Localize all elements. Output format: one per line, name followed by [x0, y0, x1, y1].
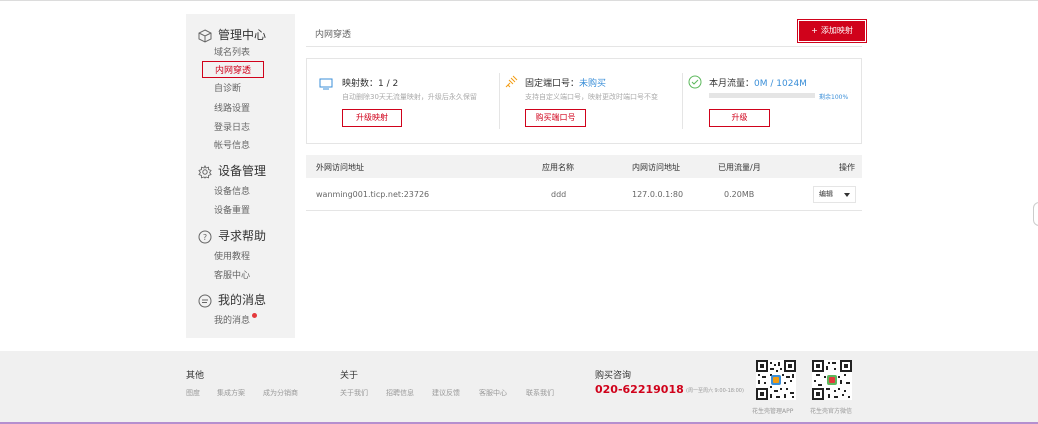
mapping-count-label: 映射数： — [342, 79, 379, 89]
sidebar-item-customer-service[interactable]: 客服中心 — [214, 268, 250, 281]
footer: 其他 图度 集成方案 成为分销商 关于 关于我们 招聘信息 建议反馈 客服中心 … — [0, 351, 1038, 424]
fixed-port-label: 固定端口号： — [525, 79, 580, 89]
section-device-management[interactable]: 设备管理 — [198, 162, 266, 179]
stats-card: 映射数：1 / 2 自动删除30天无流量映射，升级后永久保留 升级映射 固定端口… — [306, 58, 862, 144]
edit-label: 编辑 — [819, 190, 833, 198]
section-seek-help[interactable]: ? 寻求帮助 — [198, 227, 266, 244]
divider — [682, 73, 683, 129]
footer-link[interactable]: 招聘信息 — [386, 388, 414, 398]
fixed-port-note: 支持自定义端口号，映射更改时端口号不变 — [525, 93, 658, 101]
footer-about-title: 关于 — [340, 371, 359, 381]
qr-code-app — [756, 360, 796, 400]
sidebar-item-self-diagnosis[interactable]: 自诊断 — [214, 81, 241, 94]
sidebar-item-line-settings[interactable]: 线路设置 — [214, 101, 250, 114]
divider — [499, 73, 500, 129]
section-my-messages[interactable]: 我的消息 — [198, 291, 266, 308]
qr-caption-wechat: 花生壳官方微信 — [810, 408, 853, 415]
section-management-center[interactable]: 管理中心 — [198, 26, 266, 43]
traffic-remaining: 剩余100% — [819, 94, 849, 101]
divider — [306, 46, 862, 47]
sidebar-item-intranet-penetration[interactable]: 内网穿透 — [202, 61, 265, 78]
footer-link[interactable]: 成为分销商 — [263, 388, 298, 398]
col-header-action: 操作 — [839, 163, 855, 172]
footer-link[interactable]: 客服中心 — [479, 388, 507, 398]
footer-link[interactable]: 联系我们 — [526, 388, 554, 398]
top-border — [0, 0, 1038, 1]
monthly-traffic-value: 0M / 1024M — [754, 79, 807, 89]
qr-caption-app: 花生壳管理APP — [752, 408, 794, 415]
add-mapping-label: 添加映射 — [820, 26, 853, 35]
section-title: 管理中心 — [218, 28, 267, 42]
col-header-app: 应用名称 — [542, 163, 574, 172]
footer-hours: (周一至周六 9:00-18:00) — [686, 388, 744, 394]
monthly-traffic: 本月流量：0M / 1024M — [709, 76, 807, 89]
chat-icon — [198, 293, 212, 307]
unread-dot — [252, 313, 258, 318]
sidebar-item-login-log[interactable]: 登录日志 — [214, 120, 250, 133]
mapping-count-value: 1 / 2 — [378, 79, 399, 89]
table-header: 外网访问地址 应用名称 内网访问地址 已用流量/月 操作 — [306, 155, 862, 178]
sidebar: 管理中心 域名列表 内网穿透 自诊断 线路设置 登录日志 帐号信息 设备管理 设… — [186, 14, 295, 338]
footer-link[interactable]: 图度 — [186, 388, 200, 398]
gear-icon — [198, 164, 212, 179]
section-title: 我的消息 — [218, 293, 267, 307]
section-title: 寻求帮助 — [218, 229, 267, 243]
footer-other-title: 其他 — [186, 371, 205, 381]
footer-link[interactable]: 关于我们 — [340, 388, 368, 398]
cube-icon — [198, 28, 212, 43]
check-circle-icon — [688, 74, 702, 93]
sidebar-item-device-reset[interactable]: 设备重置 — [214, 203, 250, 216]
chevron-down-icon — [844, 193, 850, 197]
plug-icon — [504, 74, 518, 93]
question-icon: ? — [198, 229, 212, 243]
page-title: 内网穿透 — [315, 30, 352, 40]
traffic-progress-bar — [709, 93, 815, 98]
sidebar-item-account-info[interactable]: 帐号信息 — [214, 138, 250, 151]
sidebar-item-my-messages[interactable]: 我的消息 — [214, 313, 258, 326]
fixed-port: 固定端口号：未购买 — [525, 76, 606, 89]
plus-icon: + — [811, 26, 818, 35]
upgrade-traffic-button[interactable]: 升级 — [709, 109, 770, 127]
sidebar-item-device-info[interactable]: 设备信息 — [214, 184, 250, 197]
fixed-port-value[interactable]: 未购买 — [579, 79, 606, 89]
col-header-internal: 内网访问地址 — [632, 163, 680, 172]
table-row: wanming001.ticp.net:23726 ddd 127.0.0.1:… — [306, 179, 862, 211]
mapping-note: 自动删除30天无流量映射，升级后永久保留 — [342, 93, 477, 101]
footer-link[interactable]: 集成方案 — [217, 388, 245, 398]
cell-internal-address: 127.0.0.1:80 — [632, 190, 684, 199]
monitor-icon — [319, 75, 333, 94]
upgrade-mapping-button[interactable]: 升级映射 — [342, 109, 402, 127]
footer-phone: 020-62219018 — [595, 383, 684, 396]
edit-dropdown[interactable]: 编辑 — [813, 186, 856, 203]
svg-text:?: ? — [203, 233, 207, 242]
qr-code-wechat — [812, 360, 852, 400]
sidebar-item-tutorial[interactable]: 使用教程 — [214, 249, 250, 262]
cell-used-traffic: 0.20MB — [724, 190, 755, 199]
sidebar-item-label: 我的消息 — [214, 316, 251, 326]
sidebar-item-domain-list[interactable]: 域名列表 — [214, 45, 250, 58]
footer-link[interactable]: 建议反馈 — [432, 388, 460, 398]
col-header-external: 外网访问地址 — [316, 163, 364, 172]
buy-port-button[interactable]: 购买端口号 — [525, 109, 586, 127]
section-title: 设备管理 — [218, 164, 267, 178]
side-float-handle[interactable] — [1033, 202, 1038, 226]
cell-app-name: ddd — [551, 190, 567, 199]
col-header-traffic: 已用流量/月 — [718, 163, 761, 172]
footer-purchase-title: 购买咨询 — [595, 371, 632, 381]
cell-external-address[interactable]: wanming001.ticp.net:23726 — [316, 190, 429, 199]
monthly-traffic-label: 本月流量： — [709, 79, 755, 89]
mapping-count: 映射数：1 / 2 — [342, 76, 398, 89]
add-mapping-button[interactable]: + 添加映射 — [797, 19, 867, 43]
